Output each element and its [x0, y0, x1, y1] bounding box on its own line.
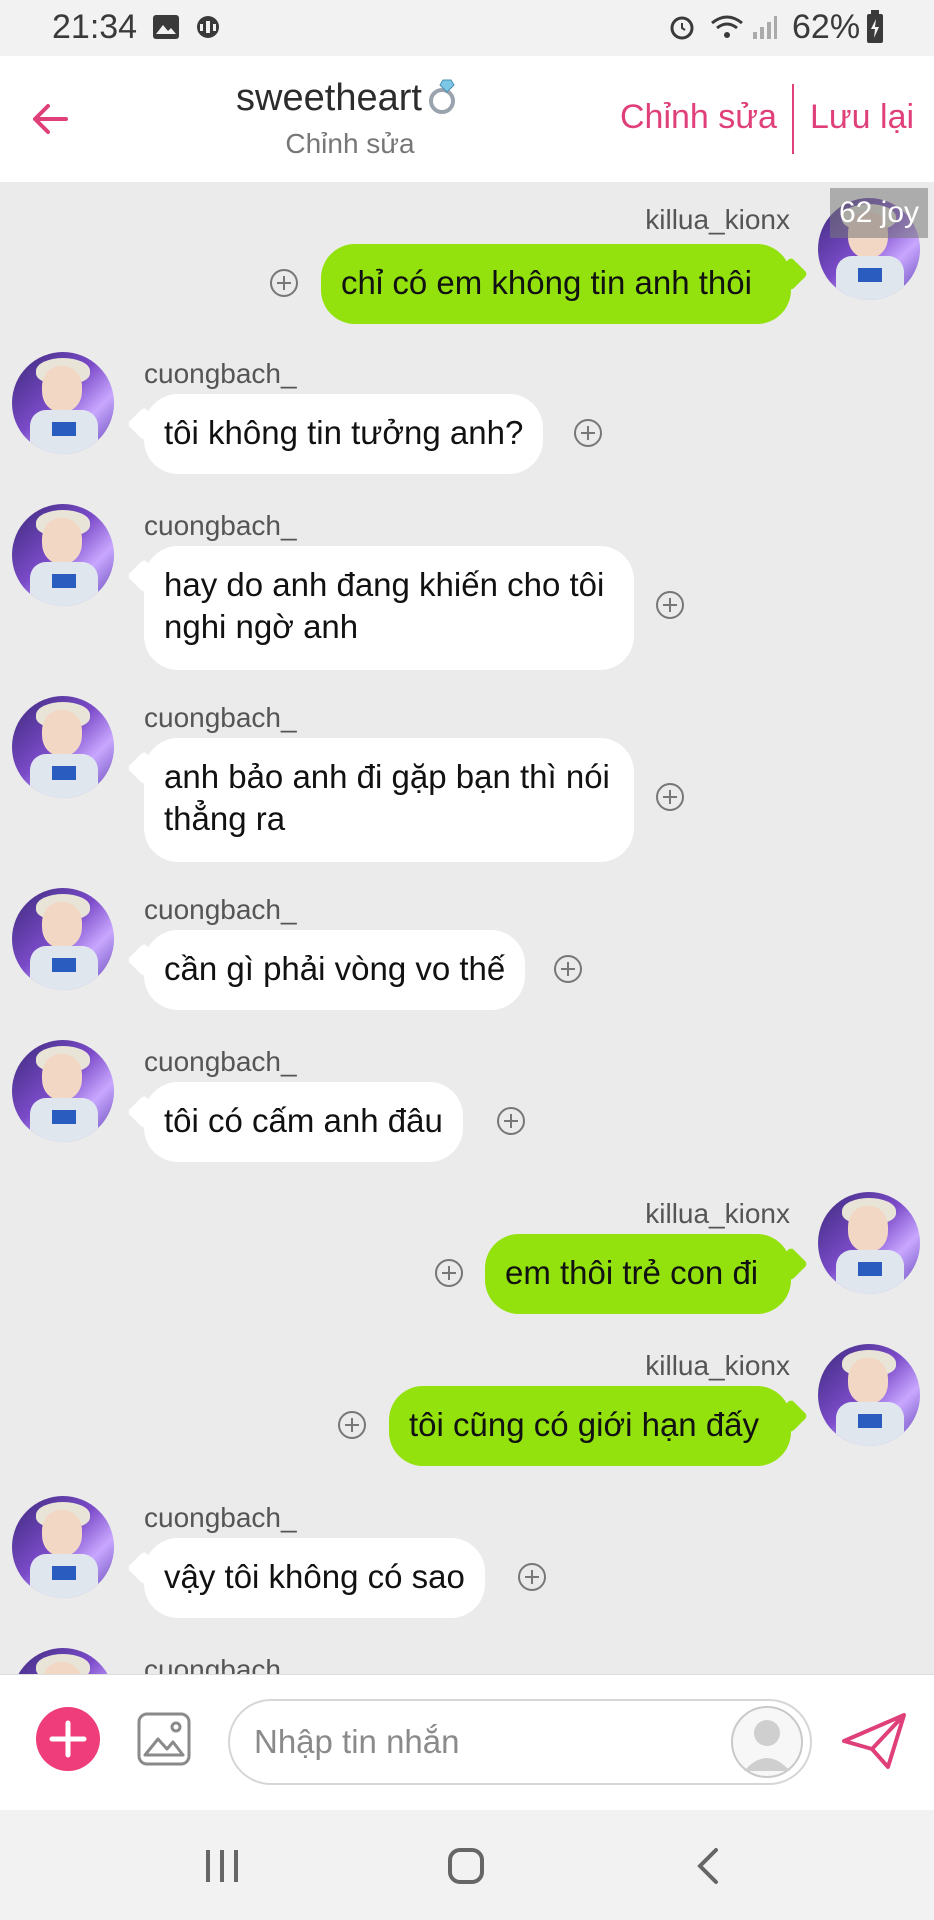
home-icon[interactable]	[442, 1842, 490, 1890]
chat-name: sweetheart	[236, 77, 422, 119]
message-sender: cuongbach_	[144, 358, 297, 389]
message-bubble: anh bảo anh đi gặp bạn thì nói thẳng ra	[144, 738, 634, 862]
message-sender: cuongbach_	[144, 702, 297, 733]
add-icon	[49, 1720, 87, 1758]
plus-circle-icon[interactable]	[573, 418, 603, 448]
recent-apps-icon[interactable]	[198, 1842, 246, 1890]
header-divider	[792, 84, 794, 154]
message-sender: killua_kionx	[645, 204, 790, 235]
edit-button[interactable]: Chỉnh sửa	[620, 98, 777, 137]
system-nav-bar	[0, 1810, 934, 1920]
message-sender: killua_kionx	[645, 1350, 790, 1381]
message-input-placeholder: Nhập tin nhắn	[254, 1723, 460, 1760]
wifi-icon	[711, 15, 743, 38]
battery-icon	[867, 10, 883, 43]
plus-circle-icon[interactable]	[655, 590, 685, 620]
avatar	[818, 1344, 920, 1446]
avatar	[12, 504, 114, 606]
plus-circle-icon[interactable]	[517, 1562, 547, 1592]
podcast-notification-icon	[197, 16, 219, 38]
page-title: sweetheart	[150, 76, 550, 120]
add-button[interactable]	[36, 1707, 100, 1771]
message-sender: cuongbach_	[144, 894, 297, 925]
plus-circle-icon[interactable]	[269, 268, 299, 298]
message-bubble: vậy tôi không có sao	[144, 1538, 485, 1618]
save-button[interactable]: Lưu lại	[810, 98, 914, 137]
avatar	[818, 1192, 920, 1294]
send-icon[interactable]	[840, 1711, 908, 1771]
message-input[interactable]: Nhập tin nhắn	[228, 1699, 812, 1785]
message-bubble: chỉ có em không tin anh thôi	[321, 244, 791, 324]
avatar	[12, 888, 114, 990]
avatar	[12, 1496, 114, 1598]
message-sender: cuongbach_	[144, 1046, 297, 1077]
arrow-left-icon[interactable]	[26, 94, 76, 144]
plus-circle-icon[interactable]	[553, 954, 583, 984]
watermark: 62 joy	[830, 188, 928, 238]
message-bubble: em thôi trẻ con đi	[485, 1234, 791, 1314]
message-sender: cuongbach_	[144, 1654, 297, 1674]
message-list[interactable]: killua_kionx chỉ có em không tin anh thô…	[0, 182, 934, 1674]
avatar	[12, 1040, 114, 1142]
message-bubble: tôi có cấm anh đâu	[144, 1082, 463, 1162]
plus-circle-icon[interactable]	[655, 782, 685, 812]
avatar	[12, 352, 114, 454]
chat-header: sweetheart Chỉnh sửa Chỉnh sửa Lưu lại	[0, 56, 934, 182]
page-subtitle: Chỉnh sửa	[285, 128, 415, 159]
avatar-placeholder-icon[interactable]	[730, 1705, 804, 1779]
back-nav-icon[interactable]	[686, 1842, 734, 1890]
avatar	[12, 1648, 114, 1674]
avatar	[12, 696, 114, 798]
message-sender: cuongbach_	[144, 510, 297, 541]
message-bubble: tôi cũng có giới hạn đấy	[389, 1386, 791, 1466]
message-sender: killua_kionx	[645, 1198, 790, 1229]
plus-circle-icon[interactable]	[337, 1410, 367, 1440]
message-bubble: hay do anh đang khiến cho tôi nghi ngờ a…	[144, 546, 634, 670]
gallery-notification-icon	[153, 15, 179, 39]
image-icon[interactable]	[136, 1711, 192, 1767]
message-bubble: cần gì phải vòng vo thế	[144, 930, 526, 1010]
plus-circle-icon[interactable]	[496, 1106, 526, 1136]
composer-bar: Nhập tin nhắn	[0, 1674, 934, 1811]
battery-percent: 62%	[792, 8, 861, 46]
plus-circle-icon[interactable]	[434, 1258, 464, 1288]
alarm-icon	[670, 16, 694, 40]
ring-icon	[428, 79, 455, 114]
status-time: 21:34	[52, 8, 138, 46]
message-sender: cuongbach_	[144, 1502, 297, 1533]
message-bubble: tôi không tin tưởng anh?	[144, 394, 544, 474]
signal-icon	[753, 16, 777, 39]
status-bar: 21:34 62%	[0, 0, 934, 56]
